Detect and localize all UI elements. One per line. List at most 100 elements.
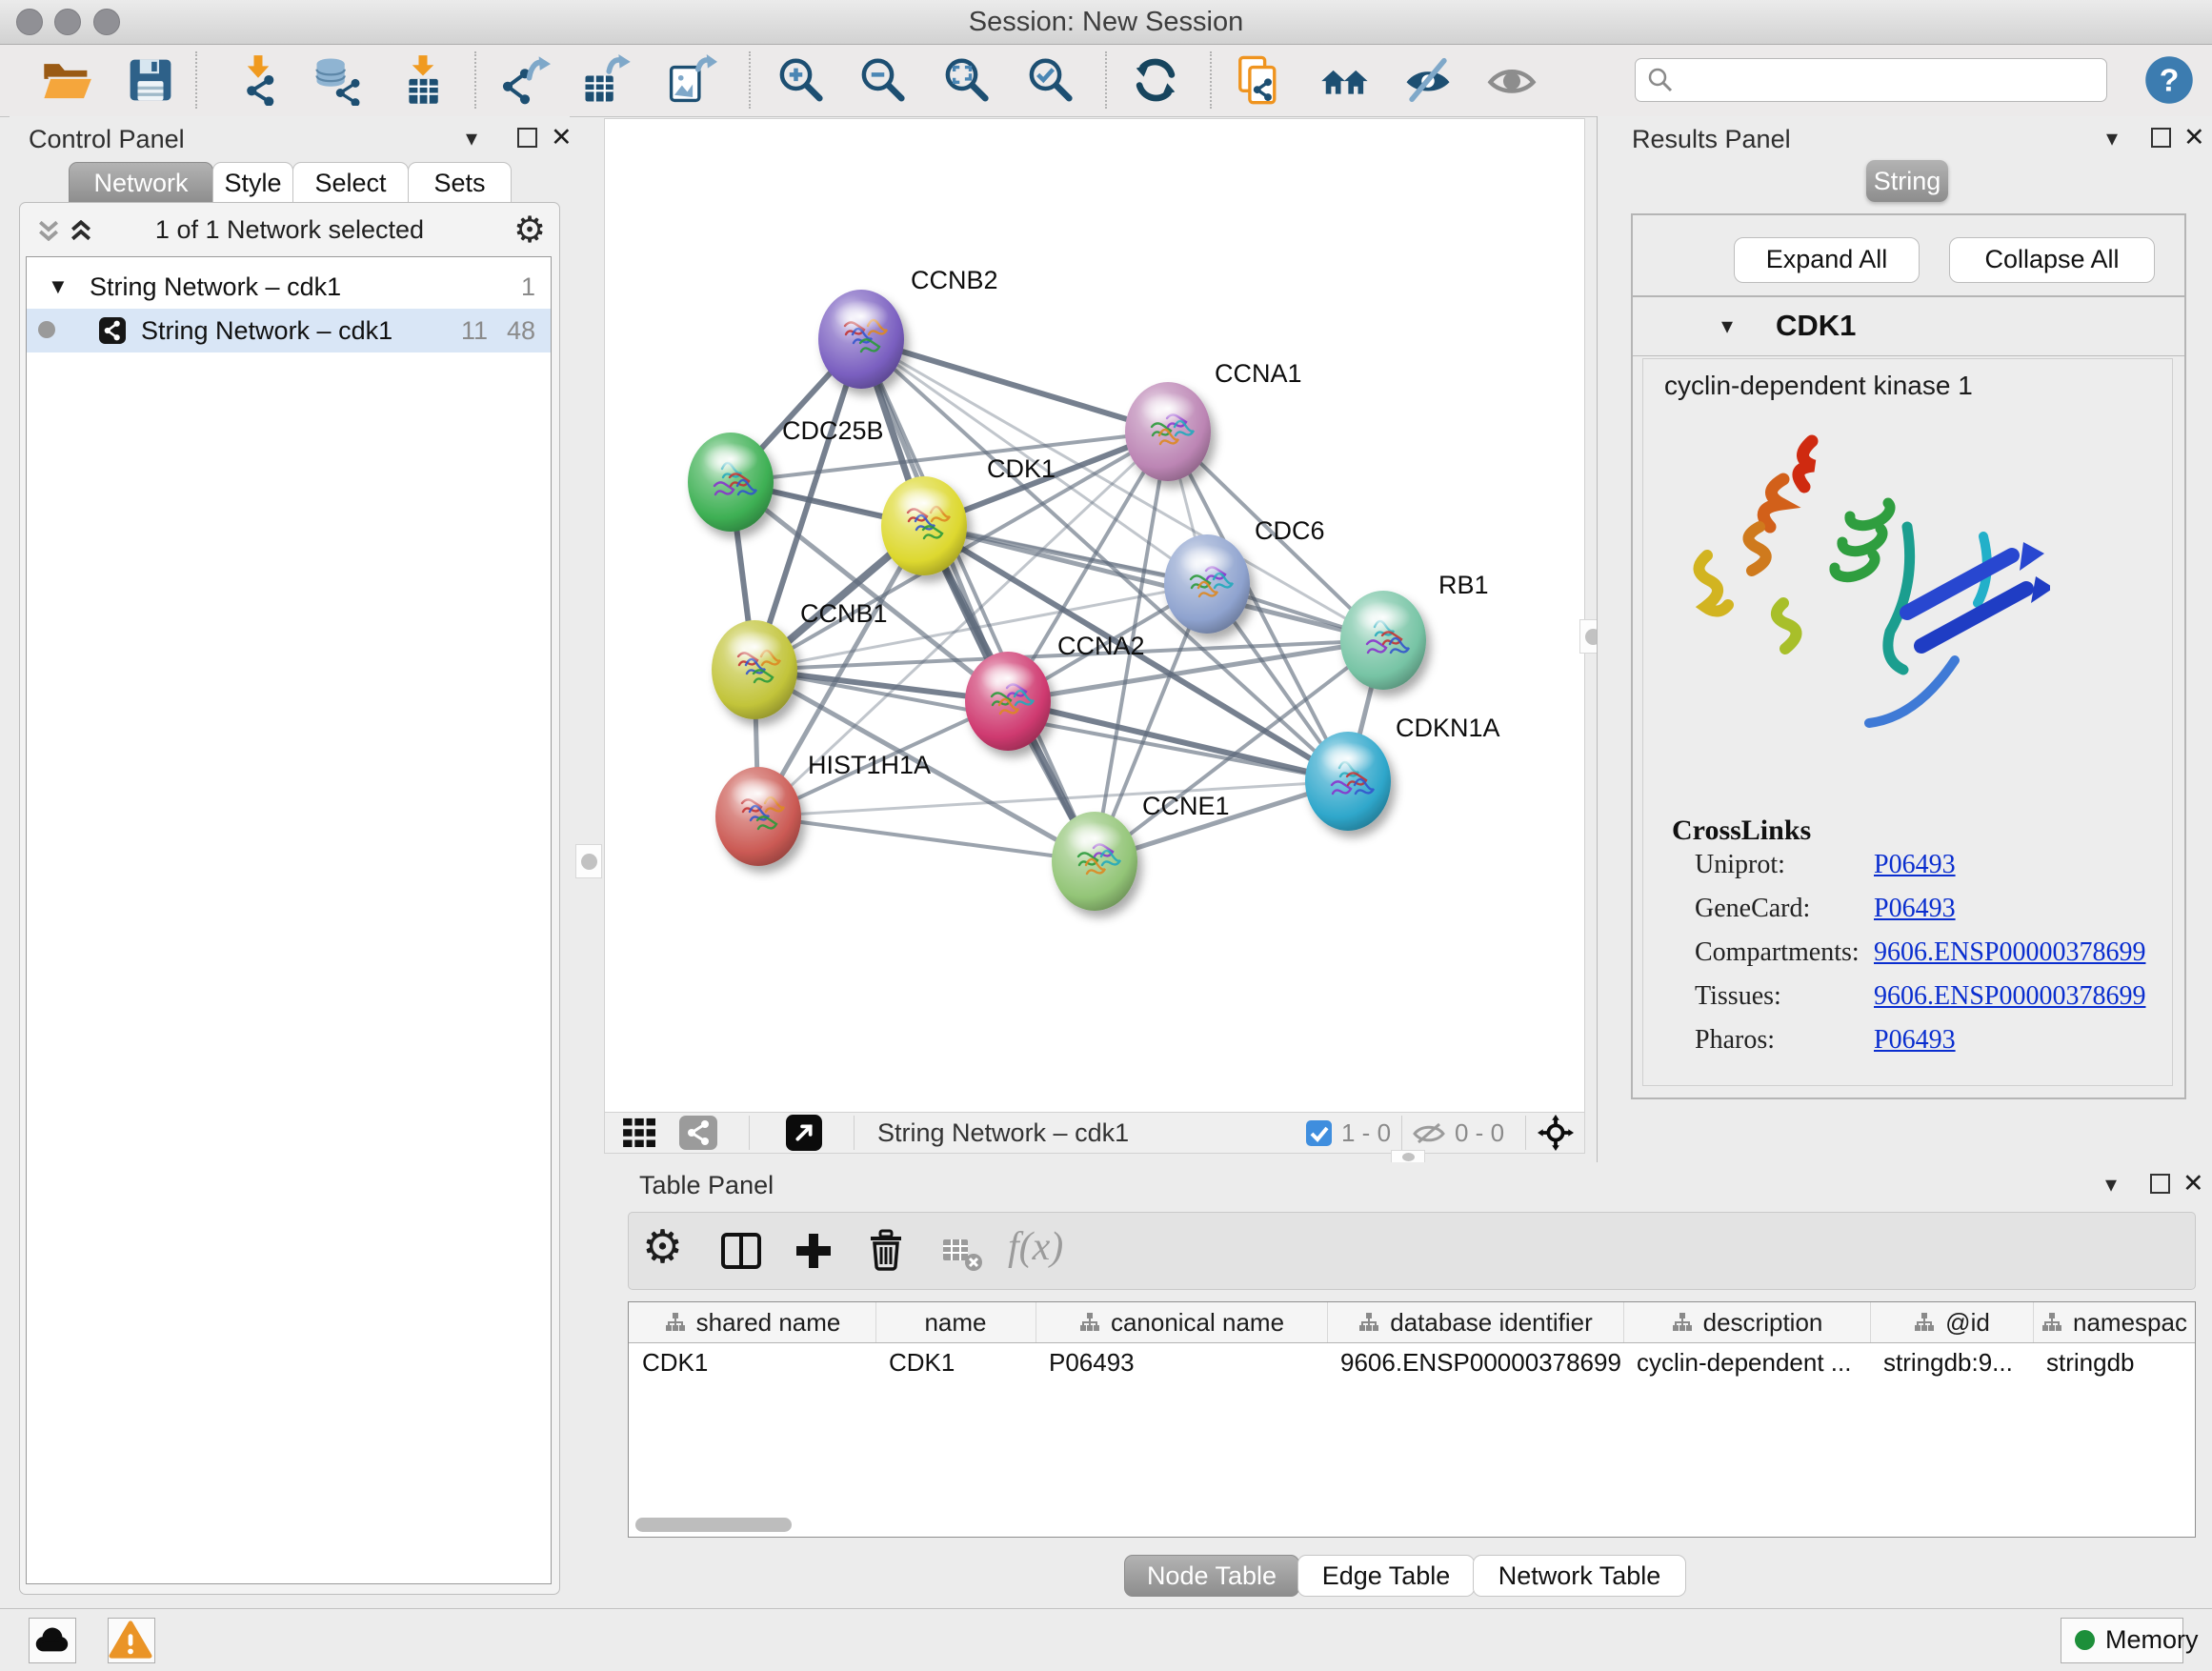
save-session-icon[interactable] — [125, 54, 176, 106]
column-header[interactable]: name — [875, 1302, 1036, 1342]
tab-string[interactable]: String — [1866, 160, 1948, 202]
table-panel-menu-icon[interactable]: ▾ — [2105, 1174, 2117, 1197]
column-header[interactable]: description — [1623, 1302, 1871, 1342]
hidden-eye-icon — [1413, 1122, 1445, 1144]
crosslink-uniprot-link[interactable]: P06493 — [1874, 850, 1956, 880]
control-panel-menu-icon[interactable]: ▾ — [466, 128, 477, 151]
network-row[interactable]: String Network – cdk1 11 48 — [27, 309, 551, 352]
memory-button[interactable]: Memory — [2061, 1618, 2183, 1663]
results-panel-menu-icon[interactable]: ▾ — [2106, 128, 2118, 151]
crosslink-pharos-link[interactable]: P06493 — [1874, 1025, 1956, 1056]
table-cell[interactable]: stringdb:9... — [1870, 1342, 2046, 1382]
table-cell[interactable]: CDK1 — [629, 1342, 889, 1382]
add-column-icon[interactable] — [791, 1228, 836, 1274]
birds-eye-view-icon[interactable] — [786, 1115, 822, 1151]
open-session-icon[interactable] — [41, 54, 92, 106]
column-header[interactable]: @id — [1870, 1302, 2034, 1342]
hide-selected-icon[interactable] — [1402, 54, 1454, 106]
tab-edge-table[interactable]: Edge Table — [1297, 1555, 1475, 1597]
gene-name: CDK1 — [1776, 309, 1856, 343]
network-node-cdc6[interactable]: CDC6 — [1164, 516, 1325, 634]
delete-column-icon[interactable] — [863, 1228, 909, 1274]
netbar-separator — [1525, 1116, 1526, 1150]
horizontal-scrollbar[interactable] — [635, 1518, 792, 1532]
window-title: Session: New Session — [0, 7, 2212, 38]
show-all-icon[interactable] — [1486, 54, 1538, 106]
collapse-all-button[interactable]: Collapse All — [1949, 237, 2155, 283]
column-header[interactable]: database identifier — [1327, 1302, 1624, 1342]
crosslink-compartments-link[interactable]: 9606.ENSP00000378699 — [1874, 937, 2145, 968]
refresh-icon[interactable] — [1130, 54, 1181, 106]
network-view-canvas[interactable]: CCNB2CCNA1CDC25BCDK1CDC6RB1CCNB1CCNA2CDK… — [604, 118, 1585, 1113]
selected-count: 1 - 0 — [1341, 1113, 1391, 1153]
network-view-toolbar: String Network – cdk1 1 - 0 0 - 0 — [604, 1112, 1585, 1154]
node-table[interactable]: shared name name canonical name database… — [628, 1301, 2196, 1538]
column-header[interactable]: namespac — [2033, 1302, 2195, 1342]
import-table-icon[interactable] — [397, 54, 449, 106]
tab-node-table[interactable]: Node Table — [1124, 1555, 1299, 1597]
column-header[interactable]: canonical name — [1036, 1302, 1328, 1342]
zoom-selected-icon[interactable] — [1024, 54, 1076, 106]
expand-all-button[interactable]: Expand All — [1734, 237, 1920, 283]
section-collapse-icon[interactable]: ▾ — [1721, 312, 1733, 340]
cloud-status-button[interactable] — [29, 1618, 76, 1663]
zoom-out-icon[interactable] — [856, 54, 908, 106]
network-collection-row[interactable]: ▼ String Network – cdk1 1 — [27, 265, 551, 309]
table-gear-icon[interactable]: ⚙ — [642, 1225, 683, 1271]
import-network-icon[interactable] — [232, 54, 284, 106]
string-view-icon[interactable] — [679, 1116, 717, 1150]
results-panel-float-icon[interactable] — [2151, 128, 2171, 148]
table-cell[interactable]: stringdb — [2033, 1342, 2208, 1382]
network-node-ccnb1[interactable]: CCNB1 — [712, 599, 888, 719]
network-selected-status: 1 of 1 Network selected — [20, 215, 559, 245]
table-panel-close-icon[interactable]: ✕ — [2182, 1171, 2204, 1197]
network-options-gear-icon[interactable]: ⚙ — [513, 212, 546, 249]
tab-network-table[interactable]: Network Table — [1473, 1555, 1686, 1597]
first-neighbors-icon[interactable] — [1319, 54, 1371, 106]
help-icon[interactable]: ? — [2143, 54, 2195, 106]
column-header[interactable]: shared name — [629, 1302, 876, 1342]
table-cell[interactable]: 9606.ENSP00000378699 — [1327, 1342, 1637, 1382]
import-database-icon[interactable] — [312, 54, 364, 106]
crosslink-tissues-link[interactable]: 9606.ENSP00000378699 — [1874, 981, 2145, 1012]
zoom-fit-icon[interactable] — [940, 54, 992, 106]
table-cell[interactable]: P06493 — [1036, 1342, 1340, 1382]
control-panel-float-icon[interactable] — [517, 128, 537, 148]
grid-view-icon[interactable] — [622, 1117, 658, 1148]
network-node-ccne1[interactable]: CCNE1 — [1052, 792, 1230, 911]
function-builder-icon: f(x) — [1008, 1224, 1063, 1270]
export-image-icon[interactable] — [666, 54, 717, 106]
table-panel-float-icon[interactable] — [2150, 1174, 2170, 1194]
network-node-ccna1[interactable]: CCNA1 — [1125, 359, 1302, 481]
tree-expander-icon[interactable]: ▼ — [48, 265, 69, 309]
network-node-cdkn1a[interactable]: CDKN1A — [1305, 714, 1500, 831]
tab-network[interactable]: Network — [69, 162, 213, 204]
tab-select[interactable]: Select — [292, 162, 409, 204]
results-panel-close-icon[interactable]: ✕ — [2183, 125, 2205, 151]
control-panel-close-icon[interactable]: ✕ — [551, 125, 573, 151]
network-node-rb1[interactable]: RB1 — [1340, 571, 1489, 690]
warnings-button[interactable] — [108, 1618, 155, 1663]
gene-section-header[interactable]: ▾ CDK1 — [1633, 297, 2184, 356]
export-table-icon[interactable] — [581, 54, 633, 106]
search-input[interactable] — [1635, 58, 2107, 102]
left-splitter-handle[interactable] — [575, 844, 602, 878]
zoom-in-icon[interactable] — [774, 54, 826, 106]
table-cell[interactable]: CDK1 — [875, 1342, 1049, 1382]
crosslink-genecard-link[interactable]: P06493 — [1874, 894, 1956, 924]
tab-style[interactable]: Style — [212, 162, 293, 204]
selected-checkbox-icon[interactable] — [1306, 1120, 1332, 1146]
table-cell[interactable]: cyclin-dependent ... — [1623, 1342, 1883, 1382]
svg-text:?: ? — [2160, 62, 2180, 98]
divider — [1633, 355, 2184, 356]
memory-label: Memory — [2105, 1625, 2199, 1655]
node-label: HIST1H1A — [808, 751, 931, 779]
export-network-icon[interactable] — [499, 54, 551, 106]
pan-crosshair-icon[interactable] — [1538, 1115, 1574, 1151]
crosslink-label: Compartments: — [1695, 937, 1860, 968]
tab-sets[interactable]: Sets — [408, 162, 512, 204]
results-panel-title: Results Panel — [1632, 125, 1791, 154]
clone-network-icon[interactable] — [1234, 54, 1285, 106]
select-columns-icon[interactable] — [718, 1228, 764, 1274]
string-network-graph[interactable]: CCNB2CCNA1CDC25BCDK1CDC6RB1CCNB1CCNA2CDK… — [605, 119, 1584, 1112]
